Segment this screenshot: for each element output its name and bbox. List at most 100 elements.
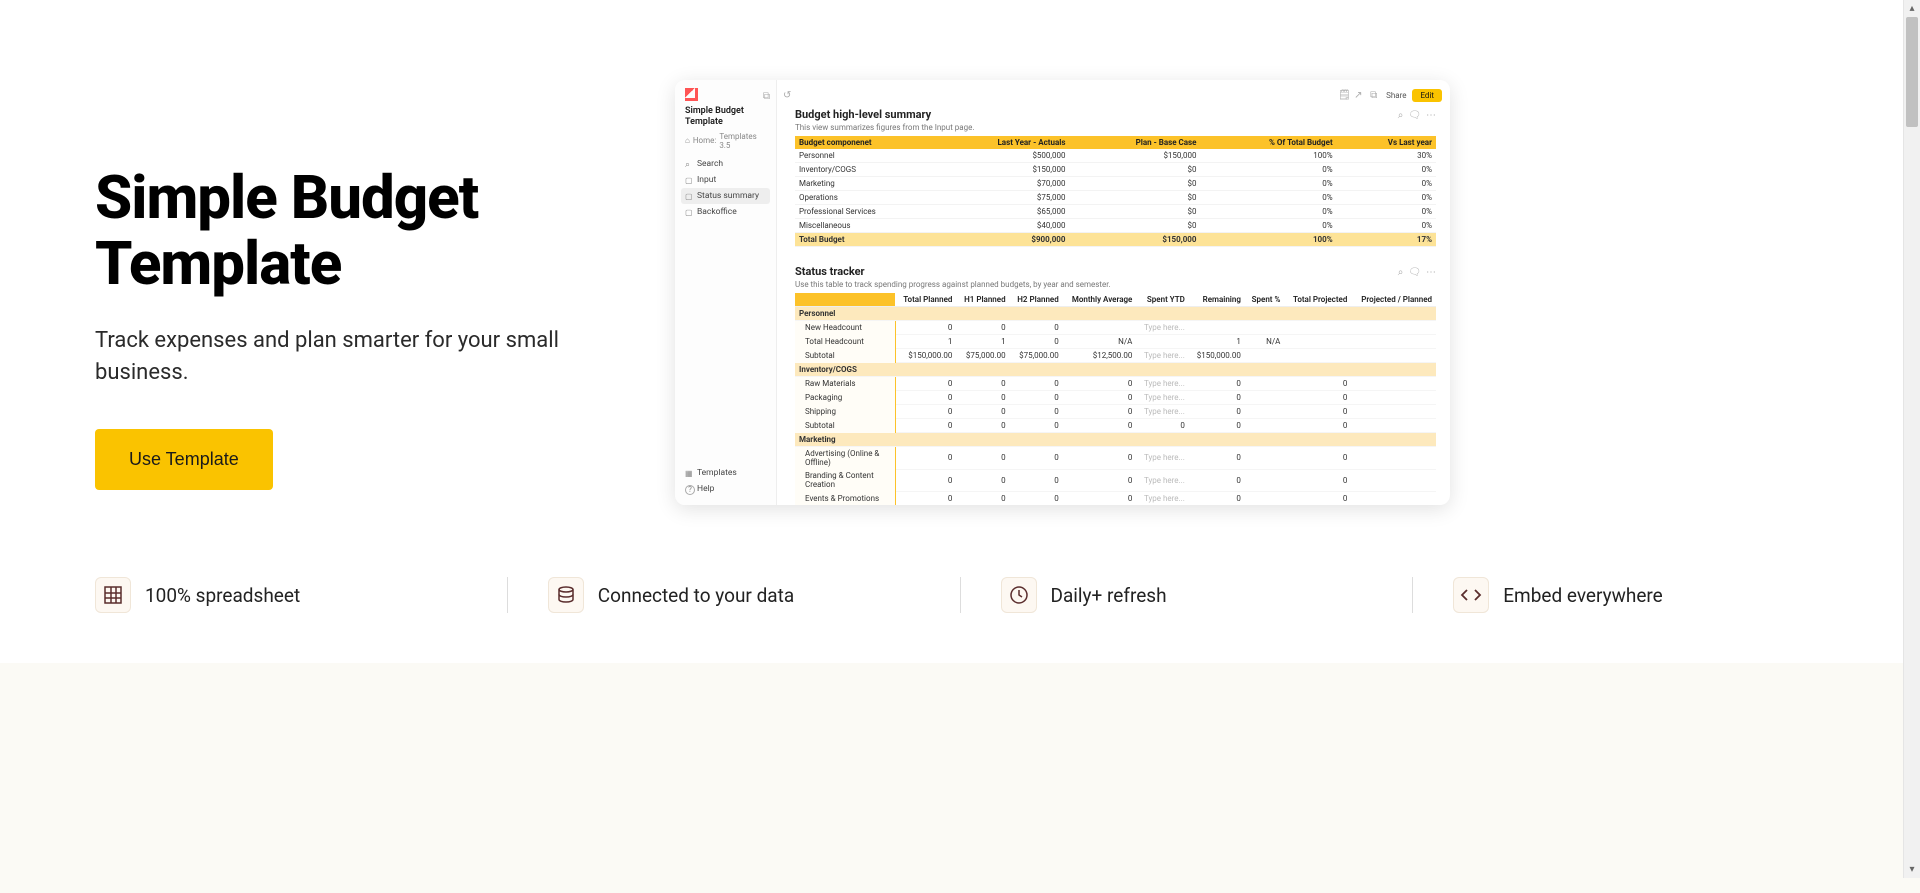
sidebar-collapse-icon[interactable]: ⧉ — [763, 91, 770, 102]
search-small-icon[interactable]: ⌕ — [1398, 110, 1404, 121]
cell: $0 — [1069, 177, 1200, 191]
tracker-section-row: Inventory/COGS — [795, 363, 1436, 377]
feature-embed: Embed everywhere — [1453, 577, 1825, 613]
sidebar-item-help[interactable]: Help — [681, 481, 770, 497]
summary-col-plan: Plan - Base Case — [1069, 136, 1200, 149]
cell — [1245, 377, 1284, 391]
row-name: Total Headcount — [795, 335, 895, 349]
summary-col-component: Budget componenet — [795, 136, 925, 149]
sidebar-item-label: Backoffice — [697, 207, 737, 217]
cell: 0 — [1063, 419, 1137, 433]
cell: 0% — [1337, 219, 1436, 233]
tracker-col: Projected / Planned — [1351, 293, 1436, 307]
cell: $75,000.00 — [956, 349, 1009, 363]
placeholder-cell[interactable]: Type here... — [1136, 469, 1189, 491]
cell: 0 — [1189, 491, 1245, 505]
cell — [1351, 391, 1436, 405]
copy-icon[interactable]: ⧉ — [1370, 90, 1380, 100]
sidebar-item-templates[interactable]: Templates — [681, 465, 770, 481]
sidebar-item-backoffice[interactable]: Backoffice — [681, 204, 770, 220]
placeholder-cell[interactable]: Type here... — [1136, 491, 1189, 505]
scroll-track[interactable] — [1904, 17, 1920, 861]
summary-table: Budget componenet Last Year - Actuals Pl… — [795, 136, 1436, 247]
cell: 0 — [1063, 491, 1137, 505]
scroll-thumb[interactable] — [1906, 17, 1918, 127]
cell: 0 — [1063, 377, 1137, 391]
feature-refresh: Daily+ refresh — [1001, 577, 1414, 613]
row-name: Shipping — [795, 405, 895, 419]
sidebar-item-input[interactable]: Input — [681, 172, 770, 188]
history-icon[interactable]: ↺ — [783, 90, 793, 100]
more-icon[interactable]: ⋯ — [1426, 110, 1436, 121]
cell: 0 — [1010, 391, 1063, 405]
row-name: Branding & Content Creation — [795, 469, 895, 491]
cell: 0 — [1136, 419, 1189, 433]
table-row: New Headcount000Type here... — [795, 321, 1436, 335]
breadcrumb[interactable]: ⌂ Home: Templates 3.5 — [681, 132, 770, 156]
sidebar-item-search[interactable]: Search — [681, 156, 770, 172]
cell: Total Budget — [795, 233, 925, 247]
edit-button[interactable]: Edit — [1412, 89, 1442, 102]
cell: $150,000 — [925, 163, 1069, 177]
doc-icon — [685, 208, 693, 216]
cell: 0 — [1010, 447, 1063, 470]
row-name: Subtotal — [795, 349, 895, 363]
placeholder-cell[interactable]: Type here... — [1136, 447, 1189, 470]
tracker-col: Remaining — [1189, 293, 1245, 307]
placeholder-cell[interactable]: Type here... — [1136, 349, 1189, 363]
cell: 0 — [895, 391, 956, 405]
cell: 0 — [1189, 469, 1245, 491]
breadcrumb-section: Templates 3.5 — [719, 132, 766, 150]
table-row: Professional Services$65,000$00%0% — [795, 205, 1436, 219]
scroll-up-arrow[interactable]: ▴ — [1904, 0, 1920, 17]
share-icon[interactable]: ↗ — [1354, 90, 1364, 100]
features-row: 100% spreadsheet Connected to your data … — [0, 545, 1920, 663]
app-preview: ⧉ Simple Budget Template ⌂ Home: Templat… — [675, 80, 1450, 505]
cell: 0% — [1337, 163, 1436, 177]
cell: 0% — [1200, 219, 1336, 233]
cell: 0 — [956, 377, 1009, 391]
cell: Inventory/COGS — [795, 163, 925, 177]
table-row: Shipping0000Type here...00 — [795, 405, 1436, 419]
scroll-down-arrow[interactable]: ▾ — [1904, 861, 1920, 878]
table-row: Raw Materials0000Type here...00 — [795, 377, 1436, 391]
feature-label: 100% spreadsheet — [145, 584, 300, 607]
row-name: Subtotal — [795, 419, 895, 433]
placeholder-cell[interactable]: Type here... — [1136, 405, 1189, 419]
placeholder-cell[interactable]: Type here... — [1136, 377, 1189, 391]
placeholder-cell[interactable]: Type here... — [1136, 391, 1189, 405]
table-row: Operations$75,000$00%0% — [795, 191, 1436, 205]
feature-label: Connected to your data — [598, 584, 794, 607]
cell — [1245, 321, 1284, 335]
more-icon[interactable]: ⋯ — [1426, 267, 1436, 278]
cell — [1245, 405, 1284, 419]
table-row: Subtotal0000000 — [795, 419, 1436, 433]
share-button[interactable]: Share — [1386, 91, 1406, 100]
tracker-col: Total Projected — [1284, 293, 1351, 307]
cell: 0 — [1284, 469, 1351, 491]
table-row: Packaging0000Type here...00 — [795, 391, 1436, 405]
cell: 0 — [1010, 419, 1063, 433]
preview-topbar: ↺ 🗒 ↗ ⧉ Share Edit — [783, 88, 1442, 102]
placeholder-cell[interactable]: Type here... — [1136, 321, 1189, 335]
grid-icon — [95, 577, 131, 613]
cell: 0 — [1010, 321, 1063, 335]
cell: 30% — [1337, 149, 1436, 163]
use-template-button[interactable]: Use Template — [95, 429, 273, 490]
vertical-scrollbar[interactable]: ▴ ▾ — [1903, 0, 1920, 878]
sidebar-item-status-summary[interactable]: Status summary — [681, 188, 770, 204]
summary-col-vslast: Vs Last year — [1337, 136, 1436, 149]
sidebar-item-label: Input — [697, 175, 716, 185]
comment-icon[interactable]: 🗨 — [1408, 110, 1421, 121]
help-icon — [685, 485, 693, 493]
comment-icon[interactable]: 🗨 — [1408, 267, 1421, 278]
table-row: Total Headcount110N/A1N/A — [795, 335, 1436, 349]
page-subtitle: Track expenses and plan smarter for your… — [95, 325, 595, 389]
tracker-col: H2 Planned — [1010, 293, 1063, 307]
tracker-col: Monthly Average — [1063, 293, 1137, 307]
note-icon[interactable]: 🗒 — [1338, 90, 1348, 100]
search-small-icon[interactable]: ⌕ — [1398, 267, 1404, 278]
cell: Marketing — [795, 177, 925, 191]
sidebar-item-label: Status summary — [697, 191, 759, 201]
cell: 0 — [1010, 335, 1063, 349]
